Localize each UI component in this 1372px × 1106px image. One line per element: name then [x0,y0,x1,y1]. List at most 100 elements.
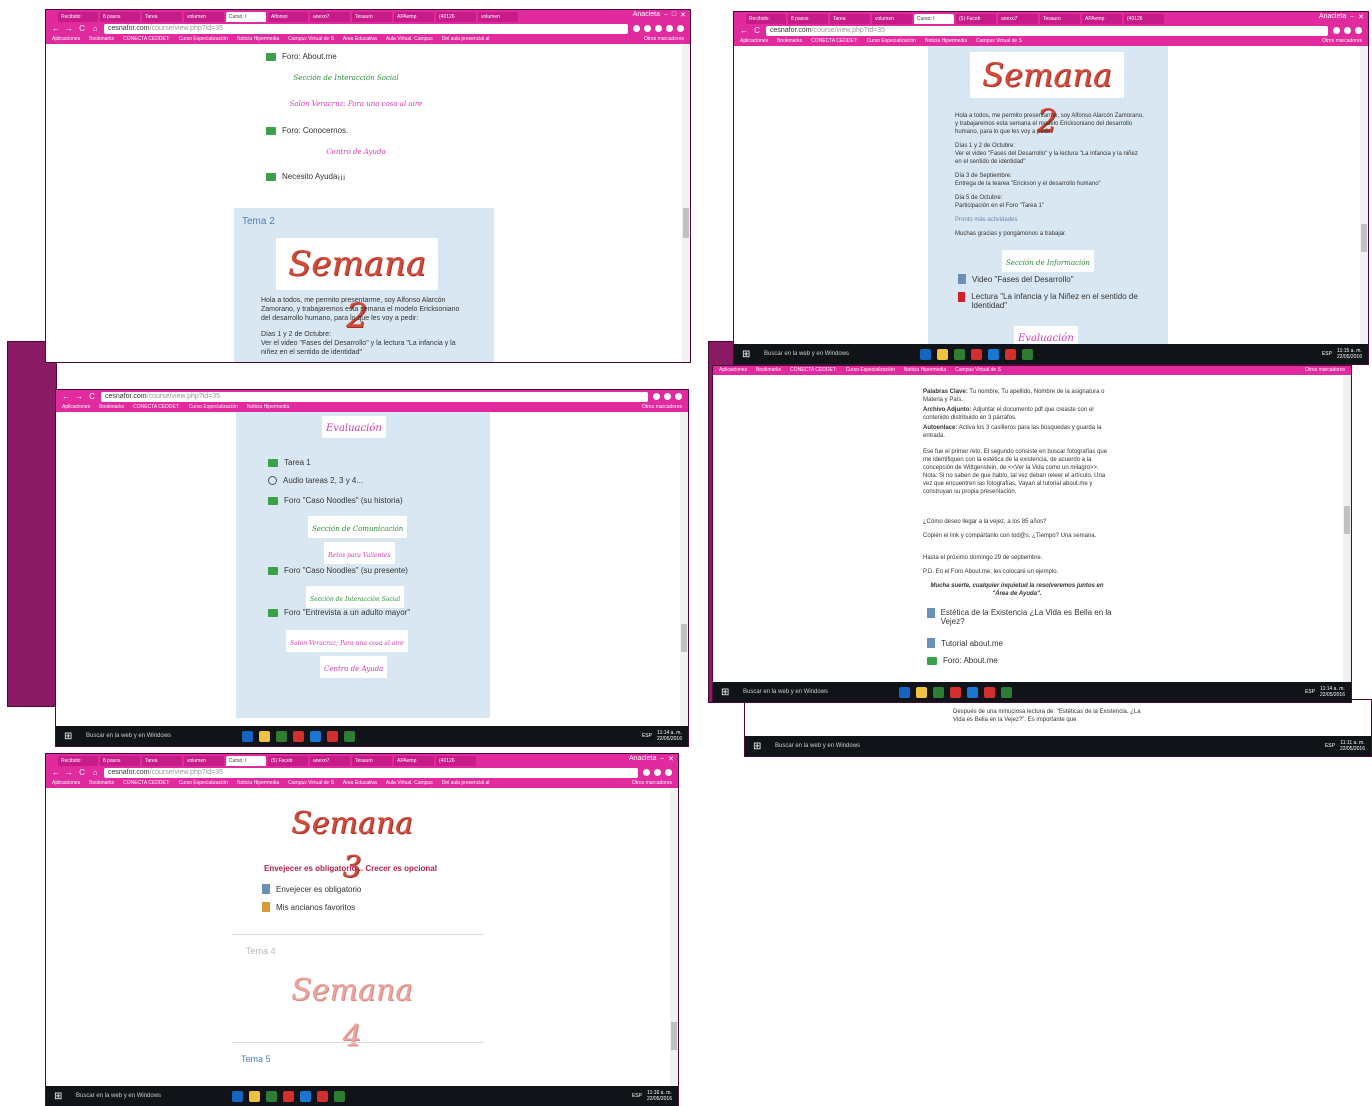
bookmark[interactable]: Noticia Hipermedia [247,403,289,412]
tab[interactable]: (40126 [436,756,476,766]
excel-icon[interactable] [1001,686,1012,698]
activity-forum-about[interactable]: Foro: About.me [266,52,337,61]
scrollbar[interactable] [1360,46,1368,344]
extension-icon[interactable] [644,25,651,32]
bookmark[interactable]: CONECTA CEDDET: [811,37,858,46]
bookmark[interactable]: Bookmarks [756,366,781,375]
lang-indicator[interactable]: ESP [1322,351,1332,357]
bookmark[interactable]: Curso Especialización [179,35,228,44]
excel-icon[interactable] [344,730,355,742]
tab[interactable]: volumen [184,12,224,22]
bookmark[interactable]: Del aula presencial al [442,35,490,44]
tab[interactable]: APAemp [394,756,434,766]
other-bookmarks[interactable]: Otros marcadores [644,35,690,44]
back-icon[interactable]: ← [52,24,60,33]
bookmark[interactable]: Campus Virtual de S [288,35,334,44]
bookmark[interactable]: Curso Especialización [867,37,916,46]
address-bar[interactable]: cesnafor.com/course/view.php?id=35 [766,25,1328,36]
bookmark[interactable]: Campus Virtual de S [955,366,1001,375]
other-bookmarks[interactable]: Otros marcadores [1305,366,1351,375]
bookmark[interactable]: Aplicaciones [52,779,80,788]
tab[interactable]: 8 pasos [788,14,828,24]
tab[interactable]: Tarea [142,756,182,766]
extension-icon[interactable] [664,393,671,400]
tab[interactable]: 8 pasos [100,12,140,22]
scrollbar-thumb[interactable] [681,624,687,652]
activity-audio[interactable]: Audio tareas 2, 3 y 4... [268,476,363,485]
lang-indicator[interactable]: ESP [632,1093,642,1099]
section-box[interactable]: Salón Veracruz; Para una cosa al aire [286,630,408,652]
lang-indicator[interactable]: ESP [642,733,652,739]
word-icon[interactable] [300,1090,311,1102]
folder-icon[interactable] [259,730,270,742]
activity-tutorial[interactable]: Tutorial about.me [927,638,1003,648]
menu-icon[interactable] [677,25,684,32]
taskbar-search[interactable]: Buscar en la web y en Windows [80,733,230,739]
menu-icon[interactable] [675,393,682,400]
edge-icon[interactable] [920,348,931,360]
maximize-icon[interactable]: □ [672,11,676,19]
word-icon[interactable] [967,686,978,698]
tab[interactable]: anexo7 [998,14,1038,24]
back-icon[interactable]: ← [740,26,748,35]
activity-forum-conocernos[interactable]: Foro: Conocernos. [266,126,348,135]
opera-icon[interactable] [971,348,982,360]
windows-start-icon[interactable]: ⊞ [753,741,769,752]
opera-icon[interactable] [293,730,304,742]
taskbar-search[interactable]: Buscar en la web y en Windows [70,1093,220,1099]
address-bar[interactable]: cesnafor.com/course/view.php?id=35 [104,767,638,778]
folder-icon[interactable] [249,1090,260,1102]
opera-icon[interactable] [950,686,961,698]
chrome-icon[interactable] [276,730,287,742]
activity-estetica[interactable]: Estética de la Existencia ¿La Vida es Be… [927,608,1127,626]
chrome-icon[interactable] [954,348,965,360]
other-bookmarks[interactable]: Otros marcadores [1322,37,1368,46]
minimize-icon[interactable]: – [664,11,668,19]
bookmark[interactable]: Noticia Hipermedia [237,779,279,788]
back-icon[interactable]: ← [62,392,70,401]
taskbar-search[interactable]: Buscar en la web y en Windows [769,743,919,749]
address-bar[interactable]: cesnafor.com/course/view.php?id=35 [104,23,628,34]
tab-active[interactable]: Curso: I [914,14,954,24]
bookmark[interactable]: Aula Virtual. Campus [386,35,433,44]
tab[interactable]: Recibido: [746,14,786,24]
chrome-icon[interactable] [266,1090,277,1102]
bookmark[interactable]: Campus Virtual de S [288,779,334,788]
reload-icon[interactable]: C [88,392,96,401]
extension-icon[interactable] [643,769,650,776]
tab[interactable]: (40126 [436,12,476,22]
reload-icon[interactable]: C [78,768,86,777]
other-bookmarks[interactable]: Otros marcadores [632,779,678,788]
reload-icon[interactable]: C [753,26,761,35]
extension-icon[interactable] [1333,27,1340,34]
tab[interactable]: anexo7 [310,756,350,766]
tab[interactable]: (40126 [1124,14,1164,24]
back-icon[interactable]: ← [52,768,60,777]
user-badge[interactable]: Anacleta [1319,13,1346,21]
bookmark[interactable]: Aplicaciones [52,35,80,44]
pdf-app-icon[interactable] [317,1090,328,1102]
tab[interactable]: volumen [478,12,518,22]
bookmark[interactable]: Noticia Hipermedia [904,366,946,375]
excel-icon[interactable] [1022,348,1033,360]
reload-icon[interactable]: C [78,24,86,33]
forward-icon[interactable]: → [65,24,73,33]
clock[interactable]: 11:14 a. m. 22/05/2016 [1320,686,1345,698]
extension-icon[interactable] [655,25,662,32]
forward-icon[interactable]: → [65,768,73,777]
bookmark[interactable]: Bookmarks [99,403,124,412]
bookmark[interactable]: Curso Especialización [179,779,228,788]
tab[interactable]: Alfonso [268,12,308,22]
activity-entrevista[interactable]: Foro "Entrevista a un adulto mayor" [268,608,410,617]
tab[interactable]: Tarea [142,12,182,22]
menu-icon[interactable] [665,769,672,776]
address-bar[interactable]: cesnafor.com/course/view.php?id=35 [101,391,648,402]
lang-indicator[interactable]: ESP [1325,743,1335,749]
minimize-icon[interactable]: – [1350,13,1354,21]
bookmark[interactable]: Campus Virtual de S [976,37,1022,46]
scrollbar[interactable] [680,412,688,726]
tab[interactable]: Tesauro [1040,14,1080,24]
clock[interactable]: 11:11 a. m. 22/05/2016 [1340,740,1365,752]
bookmark[interactable]: Curso Especialización [846,366,895,375]
bookmark[interactable]: Aplicaciones [62,403,90,412]
